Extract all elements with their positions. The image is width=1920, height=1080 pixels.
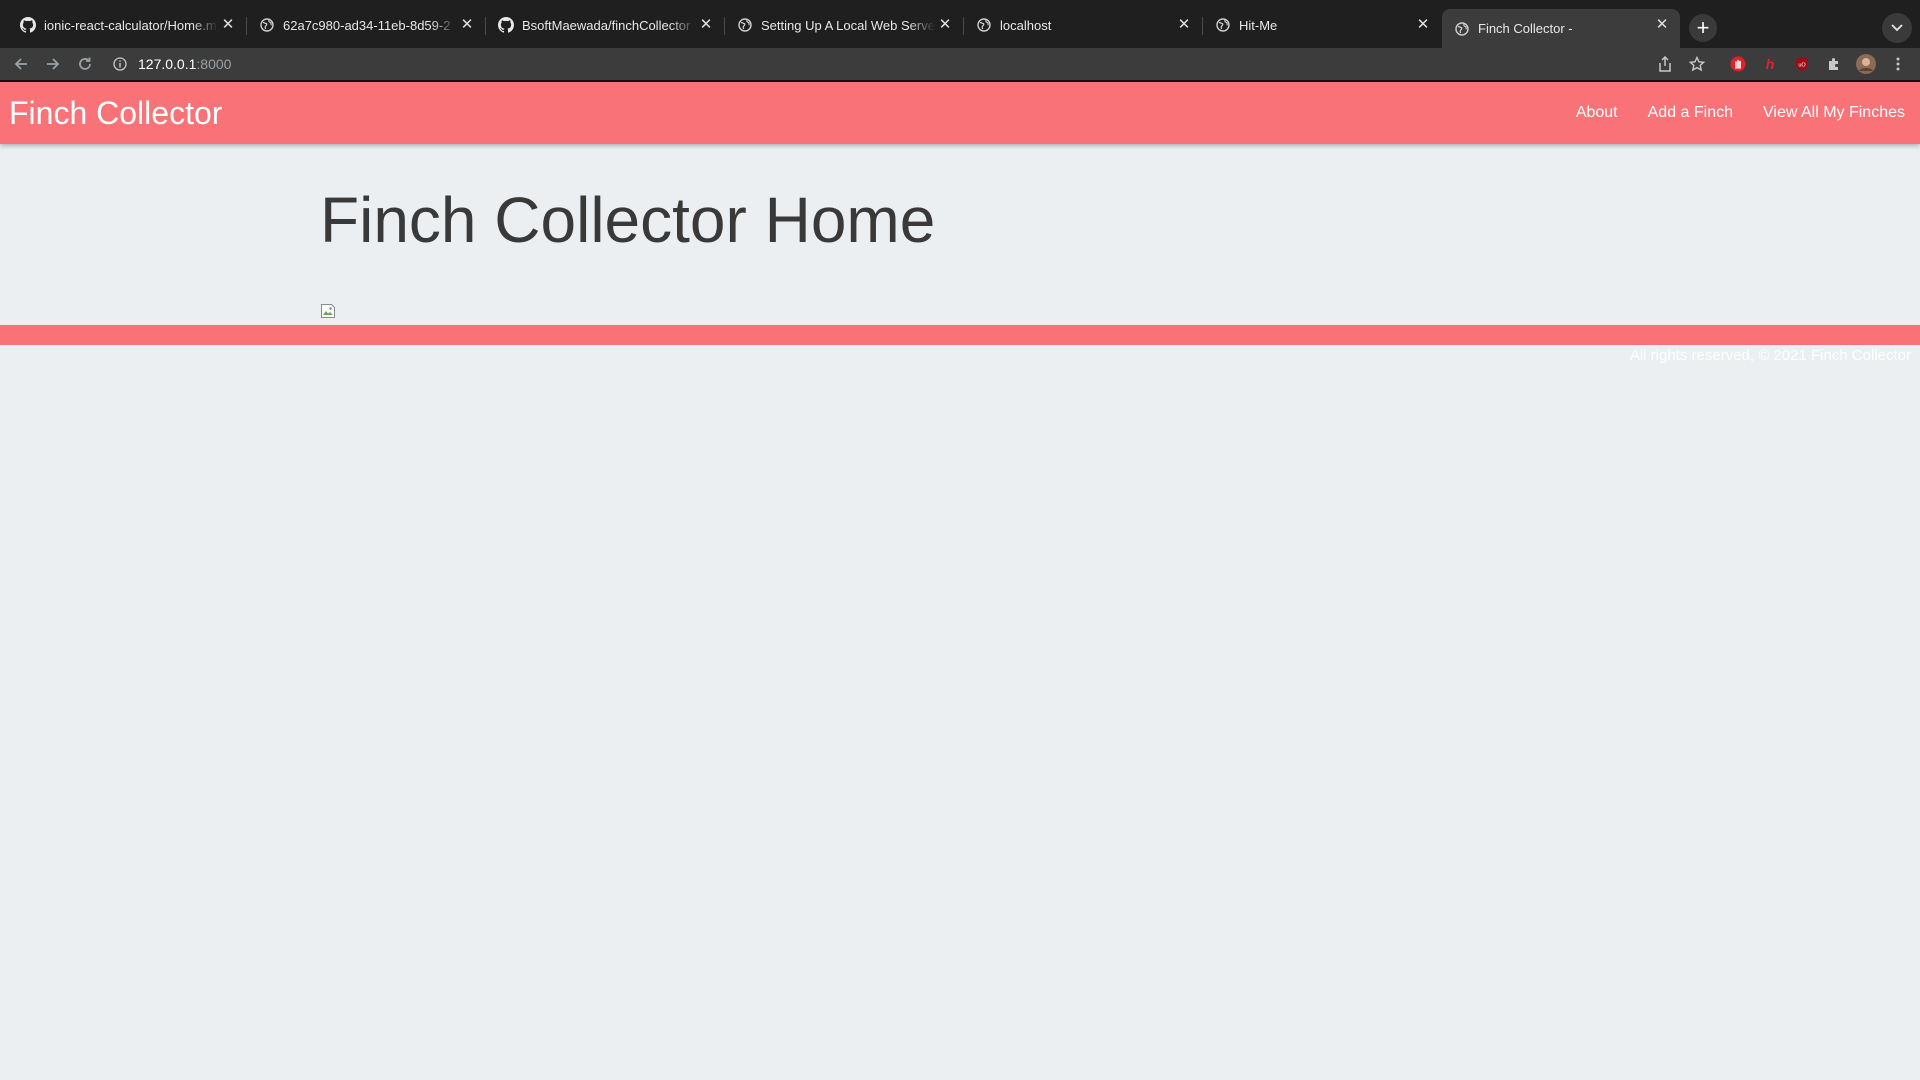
close-icon[interactable]: ✕ <box>1176 17 1192 33</box>
arrow-right-icon <box>47 58 60 70</box>
tab-title: Hit-Me <box>1239 17 1278 33</box>
url-text: 127.0.0.1:8000 <box>138 56 231 72</box>
broken-image-icon <box>320 303 336 319</box>
footer-bar <box>0 325 1920 345</box>
url-host: 127.0.0.1 <box>138 56 197 72</box>
browser-toolbar: 127.0.0.1:8000 h uO <box>0 48 1920 80</box>
browser-tab-3[interactable]: BsoftMaewada/finchCollector ✕ <box>486 9 725 41</box>
avatar <box>1856 54 1876 74</box>
svg-text:uO: uO <box>1798 63 1806 69</box>
github-icon <box>498 17 514 33</box>
chevron-down-icon <box>1891 24 1903 32</box>
back-button[interactable] <box>11 54 31 74</box>
globe-icon <box>259 17 275 33</box>
extension-hand-button[interactable] <box>1728 54 1748 74</box>
close-icon[interactable]: ✕ <box>937 17 953 33</box>
browser-tab-active[interactable]: Finch Collector - ✕ <box>1442 9 1680 48</box>
reload-icon <box>79 57 91 70</box>
browser-tab-5[interactable]: localhost ✕ <box>964 9 1203 41</box>
info-icon[interactable] <box>112 56 128 72</box>
browser-tab-6[interactable]: Hit-Me ✕ <box>1203 9 1441 41</box>
close-icon[interactable]: ✕ <box>459 17 475 33</box>
tab-title: Setting Up A Local Web Server <box>761 17 935 33</box>
close-icon[interactable]: ✕ <box>1415 17 1431 33</box>
close-icon[interactable]: ✕ <box>1654 17 1670 33</box>
ublock-button[interactable]: uO <box>1792 54 1812 74</box>
nav-links: About Add a Finch View All My Finches <box>1546 102 1905 124</box>
globe-icon <box>976 17 992 33</box>
tab-title: localhost <box>1000 17 1052 33</box>
tab-title: BsoftMaewada/finchCollector <box>522 17 691 33</box>
menu-button[interactable] <box>1888 54 1908 74</box>
extensions-button[interactable] <box>1824 54 1844 74</box>
profile-button[interactable] <box>1856 54 1876 74</box>
close-icon[interactable]: ✕ <box>220 17 236 33</box>
close-icon[interactable]: ✕ <box>698 17 714 33</box>
plus-icon: + <box>1696 15 1710 40</box>
arrow-left-icon <box>14 58 27 70</box>
star-icon <box>1689 56 1705 72</box>
globe-icon <box>737 17 753 33</box>
new-tab-button[interactable]: + <box>1689 14 1717 42</box>
github-icon <box>20 17 36 33</box>
brand-logo-link[interactable]: Finch Collector <box>9 93 222 133</box>
tab-title: 62a7c980-ad34-11eb-8d59-2 <box>283 17 451 33</box>
site-navbar: Finch Collector About Add a Finch View A… <box>0 82 1920 144</box>
ublock-icon: uO <box>1796 57 1808 71</box>
forward-button[interactable] <box>43 54 63 74</box>
page-title: Finch Collector Home <box>320 184 936 256</box>
reload-button[interactable] <box>75 54 95 74</box>
nav-link-view-all-finches[interactable]: View All My Finches <box>1763 102 1905 124</box>
globe-icon <box>1454 21 1470 37</box>
nav-link-add-finch[interactable]: Add a Finch <box>1648 102 1733 124</box>
nav-link-about[interactable]: About <box>1576 102 1618 124</box>
browser-tab-4[interactable]: Setting Up A Local Web Server ✕ <box>725 9 964 41</box>
puzzle-icon <box>1829 58 1838 70</box>
kebab-menu-icon <box>1896 57 1900 71</box>
tab-title: ionic-react-calculator/Home.m <box>44 17 217 33</box>
share-icon <box>1659 56 1671 72</box>
tab-title: Finch Collector - <box>1478 21 1573 36</box>
h-extension-icon: h <box>1765 56 1775 72</box>
hand-extension-icon <box>1730 56 1746 72</box>
footer-copyright: All rights reserved, © 2021 Finch Collec… <box>1629 347 1911 364</box>
browser-tab-2[interactable]: 62a7c980-ad34-11eb-8d59-2 ✕ <box>247 9 486 41</box>
share-button[interactable] <box>1655 54 1675 74</box>
browser-tab-1[interactable]: ionic-react-calculator/Home.m ✕ <box>8 9 247 41</box>
url-port: :8000 <box>196 56 232 72</box>
browser-tab-strip: ionic-react-calculator/Home.m ✕ 62a7c980… <box>0 0 1920 48</box>
address-bar[interactable]: 127.0.0.1:8000 <box>112 49 1702 79</box>
tab-search-button[interactable] <box>1882 13 1912 43</box>
extension-h-button[interactable]: h <box>1760 54 1780 74</box>
globe-icon <box>1215 17 1231 33</box>
bookmark-button[interactable] <box>1687 54 1707 74</box>
